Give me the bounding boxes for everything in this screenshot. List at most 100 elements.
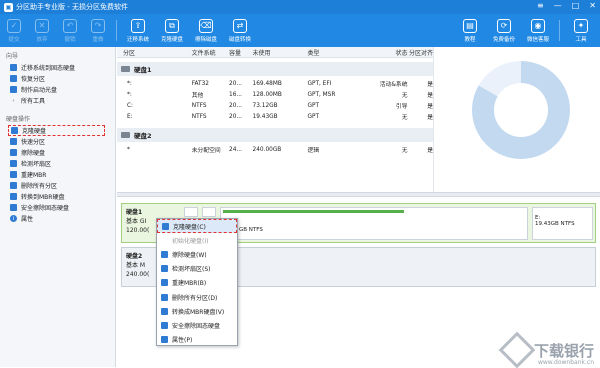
disk1-header[interactable]: 硬盘1 bbox=[117, 62, 433, 76]
table-cell: 未分配空间 bbox=[191, 148, 221, 154]
menu-item-icon bbox=[161, 250, 168, 258]
menu-icon[interactable]: ≡ bbox=[537, 1, 544, 10]
disk-usage-panel bbox=[433, 47, 600, 192]
partition-e[interactable]: E: 19.43GB NTFS bbox=[532, 207, 593, 240]
partition-msr[interactable] bbox=[202, 207, 216, 217]
info-icon: i bbox=[10, 215, 17, 222]
menu-item-icon bbox=[161, 293, 168, 301]
sidebar-item-properties[interactable]: i 属性 bbox=[0, 213, 115, 224]
commit-button[interactable]: ✓ 提交 bbox=[0, 14, 28, 47]
sidebar-item-migrate-os[interactable]: 迁移系统到固态硬盘 bbox=[0, 62, 115, 73]
disk2-header[interactable]: 硬盘2 bbox=[117, 128, 433, 142]
context-menu-item[interactable]: 转换成MBR硬盘(V) bbox=[157, 304, 237, 318]
table-cell: *: bbox=[127, 91, 132, 98]
sidebar-item-all-tools[interactable]: › 所有工具 bbox=[0, 95, 115, 106]
context-menu-item[interactable]: 删除所有分区(D) bbox=[157, 290, 237, 304]
context-menu-item[interactable]: 擦除硬盘(W) bbox=[157, 247, 237, 261]
table-header: 分区 文件系统 容量 未使用 类型 状态 分区对齐 bbox=[117, 47, 433, 58]
table-cell: 无 bbox=[401, 93, 408, 99]
table-cell: 20... bbox=[229, 102, 242, 109]
table-cell: GPT, EFI bbox=[307, 80, 332, 87]
table-cell: 是 bbox=[427, 82, 433, 88]
sidebar-item-convert-mbr[interactable]: 转换到MBR硬盘 bbox=[0, 191, 115, 202]
wechat-service-button[interactable]: ◉ 微信客服 bbox=[521, 14, 555, 47]
sidebar-item-clone-disk[interactable]: 克隆硬盘 bbox=[8, 125, 105, 136]
migrate-os-button[interactable]: ⇪ 迁移系统 bbox=[121, 14, 155, 47]
menu-item-icon bbox=[161, 279, 168, 287]
wipe-disk-button[interactable]: ⌫ 擦除磁盘 bbox=[189, 14, 223, 47]
toolbar-divider bbox=[116, 20, 117, 41]
convert-icon: ⇄ bbox=[233, 18, 247, 33]
tools-button[interactable]: ✦ 工具 bbox=[564, 14, 598, 47]
table-cell: 是 bbox=[427, 148, 433, 154]
discard-button[interactable]: ✕ 放弃 bbox=[28, 14, 56, 47]
redo-button[interactable]: ↷ 重做 bbox=[84, 14, 112, 47]
wizard-section-title: 向导 bbox=[6, 53, 19, 60]
sidebar-item-bad-sector[interactable]: 检测坏扇区 bbox=[0, 158, 115, 169]
discard-icon: ✕ bbox=[35, 18, 49, 33]
disc-icon bbox=[10, 86, 17, 93]
title-bar: ▣ 分区助手专业版 - 无损分区免费软件 ≡ — □ ✕ bbox=[0, 0, 600, 14]
table-cell: 16... bbox=[229, 91, 242, 98]
menu-item-icon bbox=[161, 237, 168, 244]
sidebar-item-recover-partition[interactable]: 恢复分区 bbox=[0, 73, 115, 84]
wipe-icon bbox=[10, 149, 17, 156]
table-cell: 169.48MB bbox=[252, 80, 282, 87]
disk-usage-donut bbox=[472, 61, 570, 159]
table-cell: C: bbox=[127, 102, 134, 109]
check-icon: ✓ bbox=[7, 18, 21, 33]
context-menu-item: 初始化硬盘(I) bbox=[157, 233, 237, 247]
table-cell: 19.43GB bbox=[252, 113, 278, 120]
menu-item-icon bbox=[162, 222, 169, 230]
sidebar-item-boot-disc[interactable]: 制作启动光盘 bbox=[0, 84, 115, 95]
table-row[interactable]: E: NTFS 20... 19.43GB GPT 无 是 bbox=[117, 111, 433, 122]
ssd-icon bbox=[10, 204, 17, 211]
tools-icon: ✦ bbox=[574, 18, 588, 33]
partition-c[interactable]: GB NTFS bbox=[220, 207, 528, 240]
close-icon[interactable]: ✕ bbox=[589, 1, 596, 10]
table-cell: 无 bbox=[401, 148, 408, 154]
context-menu-item[interactable]: 属性(P) bbox=[157, 333, 237, 347]
partition-efi[interactable] bbox=[184, 207, 198, 217]
context-menu-item[interactable]: 安全擦除固态硬盘 bbox=[157, 318, 237, 332]
table-cell: 20... bbox=[229, 80, 242, 87]
table-cell: 引导 bbox=[395, 104, 408, 110]
sidebar-item-quick-partition[interactable]: 快速分区 bbox=[0, 136, 115, 147]
table-row[interactable]: *: FAT32 20... 169.48MB GPT, EFI 活动&系统 是 bbox=[117, 78, 433, 89]
minimize-icon[interactable]: — bbox=[554, 1, 562, 10]
table-row[interactable]: C: NTFS 20... 73.12GB GPT 引导 是 bbox=[117, 100, 433, 111]
clone-icon bbox=[11, 127, 18, 134]
menu-item-icon bbox=[161, 336, 168, 344]
undo-button[interactable]: ↶ 撤销 bbox=[56, 14, 84, 47]
table-cell: GPT, MSR bbox=[307, 91, 336, 98]
chevron-right-icon: › bbox=[12, 97, 15, 104]
tutorial-button[interactable]: ▤ 教程 bbox=[453, 14, 487, 47]
sidebar-item-delete-all[interactable]: 删除所有分区 bbox=[0, 180, 115, 191]
table-cell: 24... bbox=[229, 146, 242, 153]
free-backup-button[interactable]: ⟳ 免费备份 bbox=[487, 14, 521, 47]
usage-bar bbox=[223, 210, 405, 213]
undo-icon: ↶ bbox=[63, 18, 77, 33]
table-row[interactable]: *: 其他 16... 128.00MB GPT, MSR 无 是 bbox=[117, 89, 433, 100]
table-cell: FAT32 bbox=[191, 80, 209, 87]
window-title: 分区助手专业版 - 无损分区免费软件 bbox=[16, 3, 128, 11]
sidebar-item-secure-erase[interactable]: 安全擦除固态硬盘 bbox=[0, 202, 115, 213]
context-menu-item[interactable]: 克隆硬盘(C) bbox=[157, 219, 237, 234]
disk-icon bbox=[121, 132, 130, 138]
migrate-icon bbox=[10, 64, 17, 71]
wechat-icon: ◉ bbox=[531, 18, 545, 33]
sidebar-item-rebuild-mbr[interactable]: 重建MBR bbox=[0, 169, 115, 180]
convert-disk-button[interactable]: ⇄ 磁盘转换 bbox=[223, 14, 257, 47]
table-cell: NTFS bbox=[191, 113, 207, 120]
clone-disk-button[interactable]: ⧉ 克隆硬盘 bbox=[155, 14, 189, 47]
scan-icon bbox=[10, 160, 17, 167]
context-menu-item[interactable]: 检测坏扇区(S) bbox=[157, 262, 237, 276]
maximize-icon[interactable]: □ bbox=[572, 1, 580, 10]
table-cell: 是 bbox=[427, 104, 433, 110]
sidebar-item-wipe-disk[interactable]: 擦除硬盘 bbox=[0, 147, 115, 158]
convert-icon bbox=[10, 193, 17, 200]
table-cell: E: bbox=[127, 113, 133, 120]
table-row[interactable]: * 未分配空间 24... 240.00GB 逻辑 无 是 bbox=[117, 144, 433, 155]
context-menu-item[interactable]: 重建MBR(B) bbox=[157, 276, 237, 290]
partition-icon bbox=[10, 138, 17, 145]
